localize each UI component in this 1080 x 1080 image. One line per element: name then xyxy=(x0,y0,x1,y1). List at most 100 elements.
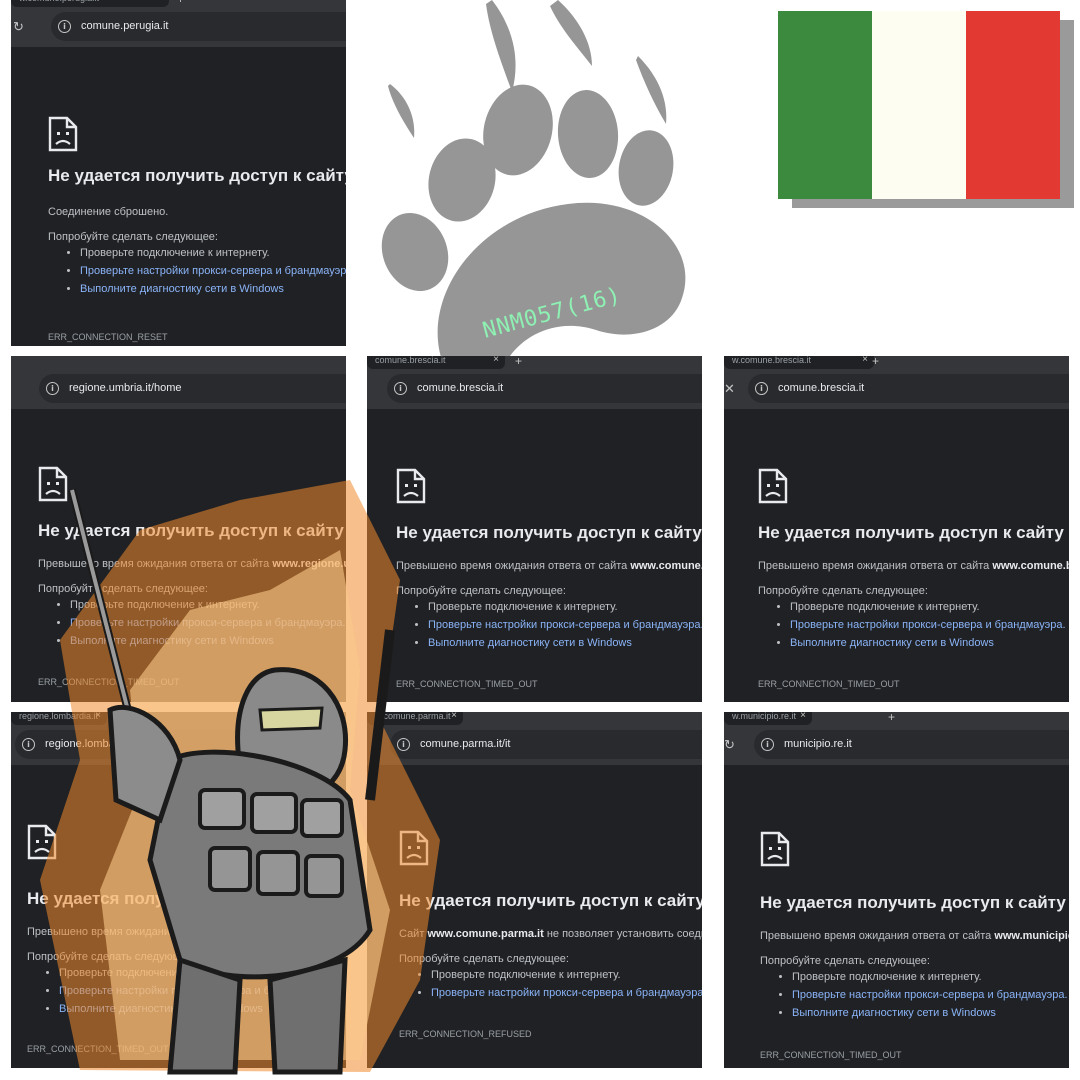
suggestion-item: Проверьте подключение к интернету. xyxy=(792,971,1068,983)
suggestion-link[interactable]: Выполните диагностику сети в Windows xyxy=(80,283,346,295)
suggestions-label: Попробуйте сделать следующее: xyxy=(760,955,930,967)
suggestion-link[interactable]: Выполните диагностику сети в Windows xyxy=(790,637,1066,649)
address-bar[interactable]: i regione.umbria.it/home xyxy=(39,374,346,403)
tab-close-icon[interactable]: × xyxy=(493,356,499,365)
new-tab-icon[interactable]: + xyxy=(177,0,184,6)
new-tab-icon[interactable]: + xyxy=(515,356,522,368)
site-info-icon[interactable]: i xyxy=(394,382,407,395)
close-icon[interactable]: ✕ xyxy=(724,379,735,399)
suggestion-item: Проверьте подключение к интернету. xyxy=(428,601,702,613)
browser-toolbar: ↻ i municipio.re.it xyxy=(724,725,1069,765)
suggestions-list: Проверьте подключение к интернету. Провер… xyxy=(760,971,1068,1019)
browser-tab[interactable]: w.comune.brescia.it × xyxy=(724,356,874,369)
tab-strip: comune.brescia.it × + xyxy=(367,356,702,369)
tab-title: comune.brescia.it xyxy=(375,356,446,365)
error-message-prefix: Превышено время ожидания ответа от сайта xyxy=(758,560,993,572)
suggestions-list: Проверьте подключение к интернету. Провер… xyxy=(48,247,346,295)
sad-file-icon xyxy=(760,831,790,867)
suggestions-label: Попробуйте сделать следующее: xyxy=(758,585,928,597)
error-code: ERR_CONNECTION_TIMED_OUT xyxy=(758,679,900,689)
address-bar-url: comune.brescia.it xyxy=(778,382,865,394)
tab-strip: w.comune.brescia.it × + xyxy=(724,356,1069,369)
suggestion-text: Выполните диагностику сети в Windows xyxy=(792,1007,996,1019)
tab-close-icon[interactable]: × xyxy=(157,0,163,3)
error-message-domain: www.municipio.re.it xyxy=(994,930,1069,942)
suggestion-text: Проверьте настройки прокси-сервера и бра… xyxy=(431,987,702,999)
suggestion-link[interactable]: Проверьте настройки прокси-сервера и бра… xyxy=(431,987,702,999)
suggestion-text: Проверьте настройки прокси-сервера и бра… xyxy=(80,265,346,277)
suggestion-text: Проверьте подключение к интернету. xyxy=(792,971,982,983)
suggestions-label: Попробуйте сделать следующее: xyxy=(48,231,218,243)
reload-icon[interactable]: ↻ xyxy=(724,735,735,755)
suggestion-item: Проверьте подключение к интернету. xyxy=(790,601,1066,613)
reload-icon[interactable]: ↻ xyxy=(13,17,24,37)
tab-title: w.municipio.re.it xyxy=(732,712,797,721)
new-tab-icon[interactable]: + xyxy=(872,356,879,368)
address-bar-url: comune.brescia.it xyxy=(417,382,504,394)
error-message: Превышено время ожидания ответа от сайта… xyxy=(760,930,1069,942)
browser-error-screenshot: w.comune.brescia.it × + ✕ i comune.brescia.it… xyxy=(724,356,1069,702)
suggestion-text: Выполните диагностику сети в Windows xyxy=(80,283,284,295)
address-bar-url: municipio.re.it xyxy=(784,738,852,750)
tab-strip: w.municipio.re.it × + xyxy=(724,712,1069,725)
browser-tab[interactable]: w.municipio.re.it × xyxy=(724,712,812,725)
site-info-icon[interactable]: i xyxy=(46,382,59,395)
flag-stripe-red xyxy=(966,11,1060,199)
address-bar[interactable]: i comune.perugia.it xyxy=(51,12,346,41)
suggestion-text: Проверьте настройки прокси-сервера и бра… xyxy=(428,619,702,631)
address-bar[interactable]: i municipio.re.it xyxy=(754,730,1069,759)
paw-print-logo: NNM057(16) xyxy=(381,0,686,378)
flag-stripe-white xyxy=(872,11,966,199)
browser-error-screenshot: w.municipio.re.it × + ↻ i municipio.re.it Не у… xyxy=(724,712,1069,1068)
error-message-domain: www.comune.brescia.it xyxy=(630,560,702,572)
suggestion-item: Проверьте подключение к интернету. xyxy=(80,247,346,259)
error-page-content: Не удается получить доступ к сайту Превыш… xyxy=(724,765,1069,1068)
suggestions-block: Попробуйте сделать следующее: Проверьте п… xyxy=(760,955,1068,1025)
address-bar-url: comune.perugia.it xyxy=(81,20,169,32)
sad-file-icon xyxy=(758,468,788,504)
tab-title: w.comune.brescia.it xyxy=(732,356,812,365)
new-tab-icon[interactable]: + xyxy=(888,712,895,724)
error-page-content: Не удается получить доступ к сайту Превыш… xyxy=(724,409,1069,702)
browser-toolbar: i regione.umbria.it/home xyxy=(11,369,346,409)
error-code: ERR_CONNECTION_RESET xyxy=(48,332,168,342)
suggestion-link[interactable]: Выполните диагностику сети в Windows xyxy=(792,1007,1068,1019)
address-bar[interactable]: i comune.brescia.it xyxy=(387,374,702,403)
tab-strip: w.comune.perugia.it × + xyxy=(11,0,346,7)
suggestion-item: Проверьте подключение к интернету. xyxy=(431,969,702,981)
suggestion-text: Проверьте настройки прокси-сервера и бра… xyxy=(790,619,1066,631)
flag-stripe-green xyxy=(778,11,872,199)
suggestion-link[interactable]: Проверьте настройки прокси-сервера и бра… xyxy=(80,265,346,277)
suggestion-text: Выполните диагностику сети в Windows xyxy=(790,637,994,649)
browser-error-screenshot: w.comune.perugia.it × + ↻ i comune.perugia.it… xyxy=(11,0,346,346)
suggestions-list: Проверьте подключение к интернету. Провер… xyxy=(758,601,1066,649)
browser-toolbar: ✕ i comune.brescia.it xyxy=(724,369,1069,409)
suggestion-text: Проверьте подключение к интернету. xyxy=(80,247,270,259)
error-page-content: Не удается получить доступ к сайту Соедин… xyxy=(11,47,346,346)
suggestion-text: Проверьте подключение к интернету. xyxy=(790,601,980,613)
browser-tab[interactable]: w.comune.perugia.it × xyxy=(11,0,169,7)
error-heading: Не удается получить доступ к сайту xyxy=(48,166,346,185)
site-info-icon[interactable]: i xyxy=(761,738,774,751)
error-message: Соединение сброшено. xyxy=(48,206,168,218)
tab-close-icon[interactable]: × xyxy=(800,712,806,721)
suggestion-link[interactable]: Выполните диагностику сети в Windows xyxy=(428,637,702,649)
suggestion-link[interactable]: Проверьте настройки прокси-сервера и бра… xyxy=(790,619,1066,631)
error-message-prefix: Превышено время ожидания ответа от сайта xyxy=(760,930,995,942)
site-info-icon[interactable]: i xyxy=(58,20,71,33)
sad-file-icon xyxy=(48,116,78,152)
error-message: Превышено время ожидания ответа от сайта… xyxy=(758,560,1069,572)
address-bar[interactable]: i comune.brescia.it xyxy=(748,374,1069,403)
browser-tab[interactable]: comune.brescia.it × xyxy=(367,356,505,369)
address-bar-url: regione.umbria.it/home xyxy=(69,382,182,394)
suggestion-link[interactable]: Проверьте настройки прокси-сервера и бра… xyxy=(428,619,702,631)
error-code: ERR_CONNECTION_TIMED_OUT xyxy=(760,1050,902,1060)
error-heading: Не удается получить доступ к сайту xyxy=(758,523,1064,542)
suggestions-block: Попробуйте сделать следующее: Проверьте п… xyxy=(758,585,1066,655)
tab-close-icon[interactable]: × xyxy=(862,356,868,365)
site-info-icon[interactable]: i xyxy=(755,382,768,395)
error-heading: Не удается получить доступ к сайту xyxy=(760,893,1066,912)
error-message-suffix: не позволяет установить соединение. xyxy=(546,928,702,940)
suggestion-link[interactable]: Проверьте настройки прокси-сервера и бра… xyxy=(792,989,1068,1001)
suggestion-text: Проверьте настройки прокси-сервера и бра… xyxy=(792,989,1068,1001)
